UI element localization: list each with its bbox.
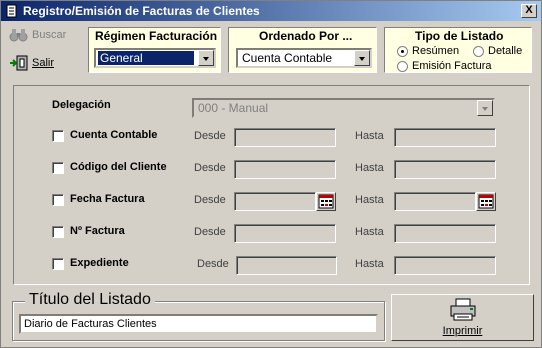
factura-hasta-field[interactable]	[394, 224, 496, 243]
desde-label: Desde	[194, 130, 226, 142]
radio-label: Emisión Factura	[412, 60, 492, 72]
desde-label: Desde	[197, 258, 229, 270]
ordenado-value: Cuenta Contable	[242, 51, 333, 65]
hasta-label: Hasta	[355, 130, 384, 142]
close-button[interactable]: X	[521, 4, 537, 18]
factura-desde-field[interactable]	[234, 224, 336, 243]
title-bar[interactable]: Registro/Emisión de Facturas de Clientes…	[1, 1, 541, 21]
desde-label: Desde	[194, 162, 226, 174]
ordenado-group: Ordenado Por ... Cuenta Contable	[228, 27, 377, 73]
checkbox-cuenta-contable[interactable]	[52, 130, 64, 142]
printer-icon	[450, 298, 476, 321]
print-label: Imprimir	[442, 325, 483, 337]
radio-label: Detalle	[488, 45, 523, 57]
hasta-label: Hasta	[355, 258, 384, 270]
radio-label: Resúmen	[412, 45, 460, 57]
fecha-desde-field[interactable]	[234, 192, 316, 211]
titulo-listado-input[interactable]: Diario de Facturas Clientes	[19, 314, 378, 334]
chevron-down-icon[interactable]	[198, 50, 214, 66]
search-button[interactable]: Buscar	[9, 28, 66, 42]
desde-label: Desde	[194, 226, 226, 238]
window-title: Registro/Emisión de Facturas de Clientes	[23, 4, 260, 18]
codigo-cliente-label: Código del Cliente	[70, 161, 167, 173]
desde-label: Desde	[194, 194, 226, 206]
radio-resumen[interactable]: Resúmen	[397, 45, 459, 57]
filters-panel: Delegación 000 - Manual Cuenta Contable …	[13, 85, 530, 285]
calendar-button[interactable]	[476, 192, 496, 211]
fecha-hasta-field[interactable]	[394, 192, 476, 211]
search-label: Buscar	[32, 29, 67, 41]
exit-button[interactable]: Salir	[9, 55, 54, 71]
checkbox-expediente[interactable]	[52, 258, 64, 270]
app-icon	[6, 4, 17, 18]
radio-detalle[interactable]: Detalle	[473, 45, 522, 57]
tipo-listado-group: Tipo de Listado Resúmen Detalle Emisión …	[384, 27, 532, 73]
tipo-listado-title: Tipo de Listado	[415, 29, 504, 43]
expediente-label: Expediente	[70, 257, 129, 269]
checkbox-fecha-factura[interactable]	[52, 194, 64, 206]
report-window: Registro/Emisión de Facturas de Clientes…	[0, 0, 542, 348]
chevron-down-icon[interactable]	[477, 100, 493, 116]
expediente-hasta-field[interactable]	[394, 256, 496, 275]
fecha-factura-label: Fecha Factura	[70, 193, 145, 205]
checkbox-numero-factura[interactable]	[52, 226, 64, 238]
radio-dot[interactable]	[397, 45, 408, 57]
titulo-listado-title: Título del Listado	[25, 291, 155, 309]
regimen-select[interactable]: General	[94, 48, 216, 68]
cuenta-contable-label: Cuenta Contable	[70, 129, 158, 141]
regimen-value: General	[98, 51, 194, 65]
ordenado-select[interactable]: Cuenta Contable	[236, 48, 372, 68]
expediente-desde-field[interactable]	[236, 256, 337, 275]
calendar-icon	[318, 194, 334, 209]
codigo-desde-field[interactable]	[234, 160, 336, 179]
radio-emision[interactable]: Emisión Factura	[397, 60, 491, 72]
regimen-group: Régimen Facturación General	[88, 27, 221, 73]
numero-factura-label: Nº Factura	[70, 225, 125, 237]
calendar-icon	[478, 194, 494, 209]
hasta-label: Hasta	[355, 194, 384, 206]
cuenta-hasta-field[interactable]	[394, 128, 496, 147]
delegacion-label: Delegación	[52, 99, 111, 111]
ordenado-title: Ordenado Por ...	[259, 29, 353, 43]
hasta-label: Hasta	[355, 162, 384, 174]
regimen-title: Régimen Facturación	[95, 29, 218, 43]
exit-label: Salir	[32, 57, 55, 69]
delegacion-select[interactable]: 000 - Manual	[192, 98, 495, 118]
checkbox-codigo-cliente[interactable]	[52, 162, 64, 174]
chevron-down-icon[interactable]	[354, 50, 370, 66]
radio-dot[interactable]	[397, 60, 408, 72]
binoculars-icon	[9, 29, 28, 42]
codigo-hasta-field[interactable]	[394, 160, 496, 179]
hasta-label: Hasta	[355, 226, 384, 238]
delegacion-value: 000 - Manual	[198, 101, 269, 115]
exit-door-icon	[10, 55, 28, 71]
calendar-button[interactable]	[316, 192, 336, 211]
print-button[interactable]: Imprimir	[391, 294, 534, 341]
radio-dot[interactable]	[473, 45, 484, 57]
cuenta-desde-field[interactable]	[234, 128, 336, 147]
